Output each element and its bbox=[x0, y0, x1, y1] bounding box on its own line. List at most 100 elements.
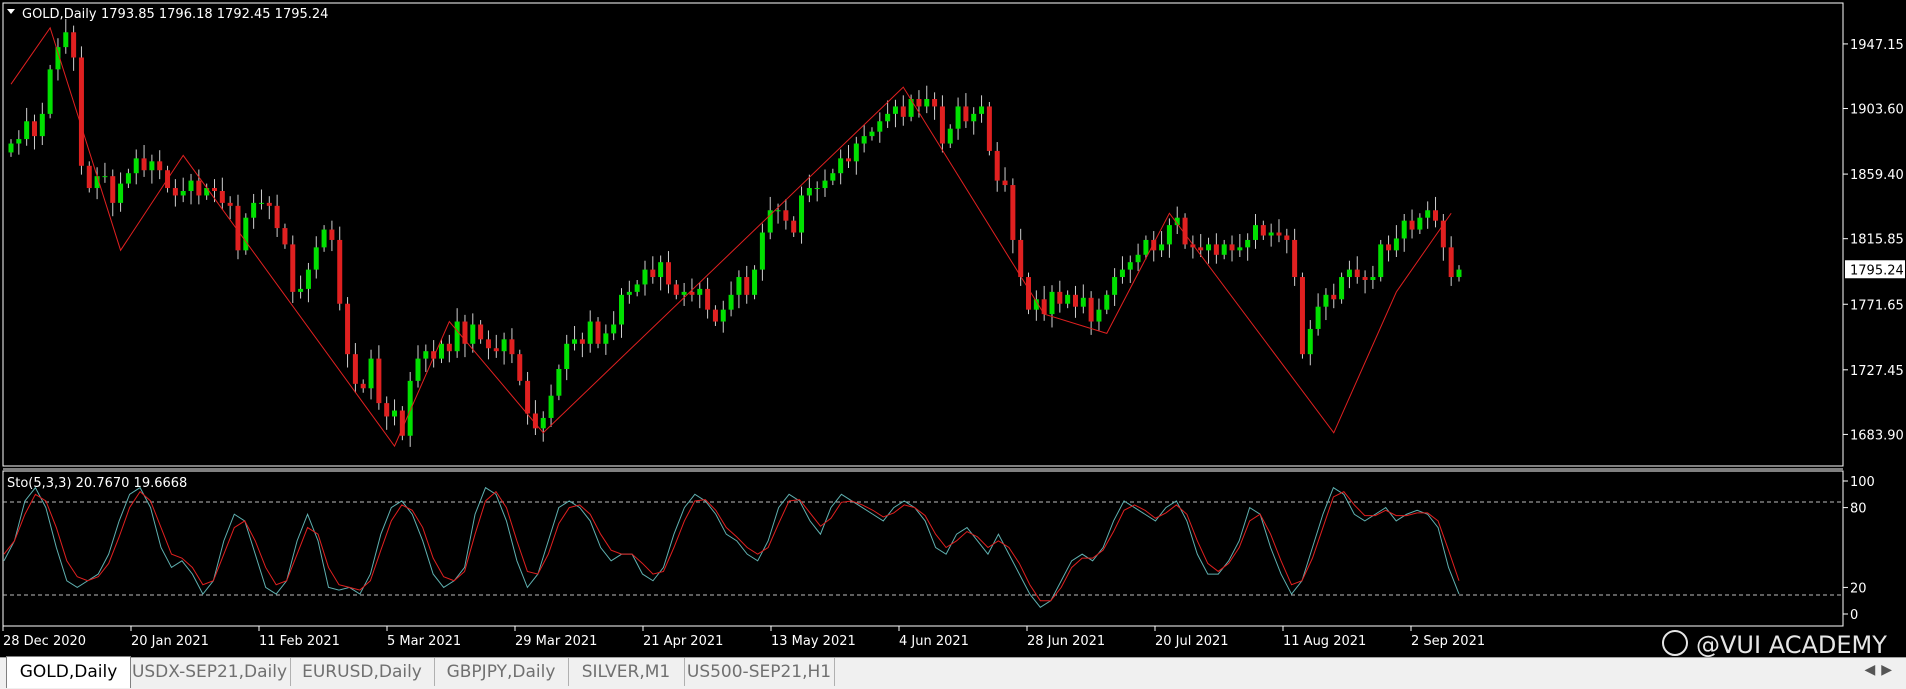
chart-tab[interactable]: GOLD,Daily bbox=[6, 656, 131, 688]
candle-up bbox=[1221, 244, 1227, 255]
chart-background bbox=[0, 0, 1906, 657]
candle-up bbox=[611, 324, 617, 334]
candle-up bbox=[634, 284, 640, 292]
candle-up bbox=[548, 395, 554, 418]
time-tick-label: 20 Jan 2021 bbox=[131, 634, 209, 649]
chart-svg: GOLD,Daily 1793.85 1796.18 1792.45 1795.… bbox=[0, 0, 1906, 657]
candle-up bbox=[924, 99, 930, 107]
candle-up bbox=[830, 173, 836, 181]
candle-down bbox=[360, 383, 366, 389]
candle-down bbox=[478, 324, 484, 340]
candle-down bbox=[525, 380, 531, 414]
candle-up bbox=[313, 247, 319, 270]
candle-down bbox=[196, 180, 202, 196]
watermark-text: @VUI ACADEMY bbox=[1696, 631, 1887, 659]
candle-up bbox=[118, 183, 124, 203]
candle-up bbox=[658, 262, 664, 278]
candle-up bbox=[423, 351, 429, 359]
candle-up bbox=[39, 113, 45, 137]
candle-up bbox=[1425, 210, 1431, 218]
candle-up bbox=[1417, 217, 1423, 230]
chart-tab[interactable]: USDX-SEP21,Daily bbox=[129, 658, 291, 686]
candle-down bbox=[900, 106, 906, 117]
candle-down bbox=[1260, 225, 1266, 236]
candle-down bbox=[932, 99, 938, 107]
candle-up bbox=[63, 32, 69, 48]
candle-down bbox=[1299, 277, 1305, 355]
candle-up bbox=[642, 269, 648, 285]
symbol-label: GOLD,Daily bbox=[22, 7, 97, 22]
candle-down bbox=[1229, 244, 1235, 251]
chart-tab[interactable]: US500-SEP21,H1 bbox=[684, 658, 835, 686]
candle-down bbox=[963, 106, 969, 122]
candle-up bbox=[1119, 269, 1125, 278]
candle-up bbox=[1307, 328, 1313, 355]
candle-up bbox=[892, 106, 898, 114]
candle-down bbox=[141, 158, 147, 171]
candle-up bbox=[1268, 232, 1274, 236]
candle-up bbox=[861, 136, 867, 144]
candle-down bbox=[1362, 277, 1368, 280]
candle-up bbox=[603, 333, 609, 344]
candle-down bbox=[1198, 247, 1204, 251]
candle-up bbox=[1049, 291, 1055, 315]
candle-up bbox=[564, 343, 570, 369]
candle-down bbox=[1002, 180, 1008, 186]
candle-up bbox=[775, 210, 781, 212]
candle-up bbox=[814, 188, 820, 190]
candle-down bbox=[1354, 269, 1360, 278]
candle-down bbox=[110, 176, 116, 203]
chart-tab[interactable]: GBPJPY,Daily bbox=[434, 658, 569, 686]
candle-down bbox=[509, 339, 515, 355]
price-tick-label: 1727.45 bbox=[1850, 364, 1904, 379]
candle-down bbox=[1433, 210, 1439, 221]
candle-up bbox=[736, 277, 742, 295]
candle-up bbox=[1112, 277, 1118, 295]
price-tick-label: 1683.90 bbox=[1850, 428, 1904, 443]
time-tick-label: 4 Jun 2021 bbox=[899, 634, 969, 649]
candle-up bbox=[1456, 269, 1462, 278]
candle-down bbox=[1276, 232, 1282, 236]
candle-up bbox=[251, 202, 257, 218]
candle-up bbox=[626, 291, 632, 295]
candle-down bbox=[986, 106, 992, 151]
candle-down bbox=[446, 343, 452, 352]
candle-down bbox=[517, 354, 523, 381]
stoch-tick-label: 100 bbox=[1850, 475, 1875, 490]
candle-up bbox=[752, 269, 758, 295]
candle-up bbox=[540, 417, 546, 429]
candle-down bbox=[290, 244, 296, 292]
candle-down bbox=[274, 205, 280, 229]
candle-up bbox=[1065, 294, 1071, 304]
candle-down bbox=[579, 339, 585, 344]
candle-up bbox=[1252, 225, 1258, 240]
candle-up bbox=[298, 288, 304, 292]
tab-scroll-arrows[interactable]: ◀▶ bbox=[1864, 662, 1898, 678]
candle-down bbox=[219, 191, 225, 203]
candle-down bbox=[1448, 247, 1454, 278]
candle-up bbox=[759, 232, 765, 270]
candle-down bbox=[712, 309, 718, 322]
chart-tab[interactable]: SILVER,M1 bbox=[568, 658, 685, 686]
indicator-label: Sto(5,3,3) 20.7670 19.6668 bbox=[7, 476, 187, 491]
candle-down bbox=[78, 57, 84, 166]
candle-up bbox=[438, 343, 444, 359]
candle-down bbox=[352, 354, 358, 384]
candle-up bbox=[697, 288, 703, 295]
chart-area[interactable]: GOLD,Daily 1793.85 1796.18 1792.45 1795.… bbox=[0, 0, 1906, 688]
chart-tab[interactable]: EURUSD,Daily bbox=[290, 658, 435, 686]
candle-up bbox=[1104, 294, 1110, 310]
candle-down bbox=[705, 288, 711, 310]
candle-up bbox=[133, 158, 139, 174]
candle-up bbox=[1080, 297, 1086, 307]
time-tick-label: 28 Dec 2020 bbox=[3, 634, 86, 649]
candle-up bbox=[869, 131, 875, 137]
candle-down bbox=[485, 339, 491, 349]
candle-down bbox=[1292, 239, 1298, 278]
candle-down bbox=[1072, 294, 1078, 307]
candle-down bbox=[744, 277, 750, 295]
candle-down bbox=[71, 32, 77, 58]
current-price-label: 1795.24 bbox=[1850, 263, 1904, 278]
candle-up bbox=[1370, 277, 1376, 280]
stoch-tick-label: 20 bbox=[1850, 581, 1867, 596]
